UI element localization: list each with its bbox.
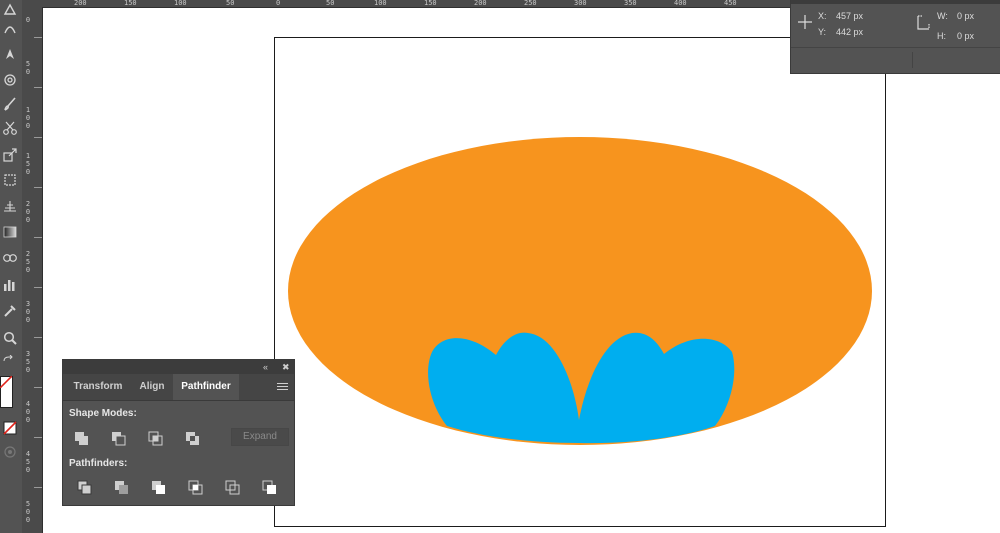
close-icon[interactable]: ✖ [282,361,290,373]
trim-button[interactable] [113,478,131,496]
merge-button[interactable] [150,478,168,496]
expand-button[interactable]: Expand [231,428,289,446]
x-value: 457 px [836,11,864,21]
divide-button[interactable] [76,478,94,496]
panel-menu-icon[interactable] [277,383,288,391]
unite-button[interactable] [73,429,91,447]
shape-modes-label: Shape Modes: [69,408,137,419]
h-label: H: [937,31,946,41]
orange-ellipse[interactable] [288,137,872,445]
w-label: W: [937,11,948,21]
double-chevron-left-icon[interactable]: « [263,361,268,373]
info-panel: X: 457 px Y: 442 px W: 0 px H: 0 px [790,0,1000,74]
minus-back-button[interactable] [261,478,279,496]
panel-tabs: Transform Align Pathfinder [63,374,294,401]
y-value: 442 px [836,27,864,37]
tab-pathfinder[interactable]: Pathfinder [173,374,239,400]
panel-header[interactable]: « ✖ [63,360,294,374]
pathfinder-panel: « ✖ Transform Align Pathfinder Shape Mod… [62,359,295,506]
exclude-button[interactable] [184,429,202,447]
crop-button[interactable] [187,478,205,496]
intersect-button[interactable] [147,429,165,447]
tab-transform[interactable]: Transform [65,374,131,400]
y-label: Y: [818,27,827,37]
h-value: 0 px [957,31,975,41]
outline-button[interactable] [224,478,242,496]
dimensions-icon [915,14,931,32]
crosshair-icon [797,14,813,30]
w-value: 0 px [957,11,975,21]
pathfinders-label: Pathfinders: [69,458,128,469]
minus-front-button[interactable] [110,429,128,447]
x-label: X: [818,11,827,21]
tab-align[interactable]: Align [131,374,173,400]
